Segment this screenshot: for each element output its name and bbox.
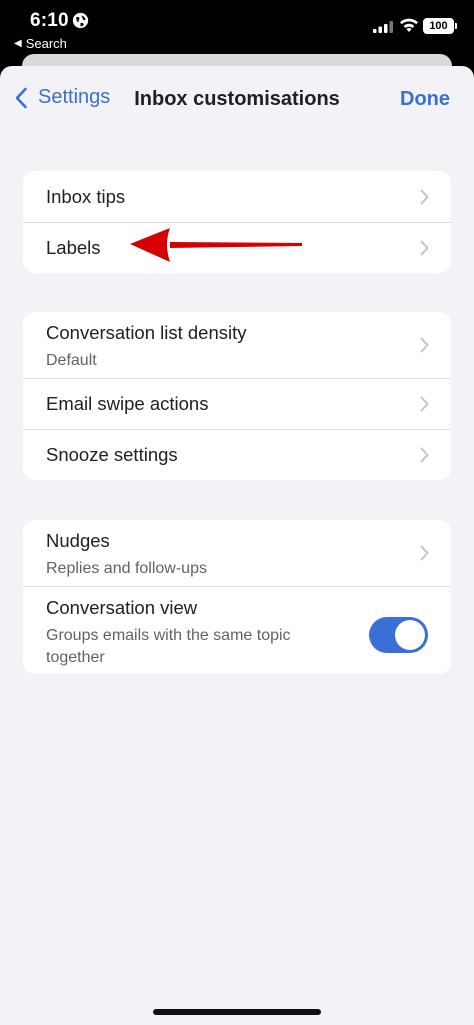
chevron-right-icon [420, 545, 429, 561]
row-email-swipe-actions[interactable]: Email swipe actions [23, 378, 451, 429]
battery-level: 100 [429, 20, 448, 32]
chevron-right-icon [420, 240, 429, 256]
row-title: Inbox tips [46, 185, 126, 207]
status-bar: 6:10 ◀ Search 100 [0, 0, 474, 56]
globe-icon [72, 12, 89, 29]
row-inbox-tips[interactable]: Inbox tips [23, 171, 451, 222]
chevron-left-icon [15, 87, 27, 108]
row-conversation-list-density[interactable]: Conversation list density Default [23, 312, 451, 378]
row-title: Labels [46, 237, 101, 258]
settings-group-nudges: Nudges Replies and follow-ups Conversati… [23, 520, 451, 674]
back-to-app-label: Search [25, 36, 67, 51]
conversation-view-toggle[interactable] [369, 617, 428, 653]
chevron-right-icon [420, 189, 429, 204]
annotation-arrow-icon [130, 228, 302, 262]
battery-indicator: 100 [423, 18, 457, 34]
row-title: Conversation list density [46, 322, 247, 343]
row-title: Nudges [46, 530, 110, 551]
done-button[interactable]: Done [400, 88, 450, 111]
wifi-icon [400, 18, 418, 32]
row-conversation-view: Conversation view Groups emails with the… [23, 586, 451, 674]
cellular-signal-icon [373, 21, 393, 33]
navigation-bar: Settings Inbox customisations Done [0, 66, 474, 132]
row-title: Email swipe actions [46, 393, 209, 414]
chevron-right-icon [420, 396, 429, 412]
settings-sheet: Settings Inbox customisations Done Inbox… [0, 66, 474, 1025]
row-nudges[interactable]: Nudges Replies and follow-ups [23, 520, 451, 586]
row-subtitle: Replies and follow-ups [46, 560, 207, 577]
settings-group-conversation: Conversation list density Default Email … [23, 312, 451, 480]
home-indicator[interactable] [153, 1009, 321, 1015]
row-title: Conversation view [46, 597, 198, 618]
back-button[interactable]: Settings [14, 86, 110, 109]
row-subtitle: Groups emails with the same topic togeth… [46, 627, 291, 666]
back-triangle-icon: ◀ [14, 38, 22, 49]
back-to-app-link[interactable]: ◀ Search [14, 36, 67, 51]
chevron-right-icon [420, 337, 429, 353]
row-snooze-settings[interactable]: Snooze settings [23, 429, 451, 480]
chevron-right-icon [420, 447, 429, 463]
toggle-knob [395, 620, 425, 650]
row-title: Snooze settings [46, 444, 178, 465]
row-subtitle: Default [46, 352, 97, 369]
status-time: 6:10 [30, 10, 69, 31]
back-button-label: Settings [38, 86, 111, 108]
